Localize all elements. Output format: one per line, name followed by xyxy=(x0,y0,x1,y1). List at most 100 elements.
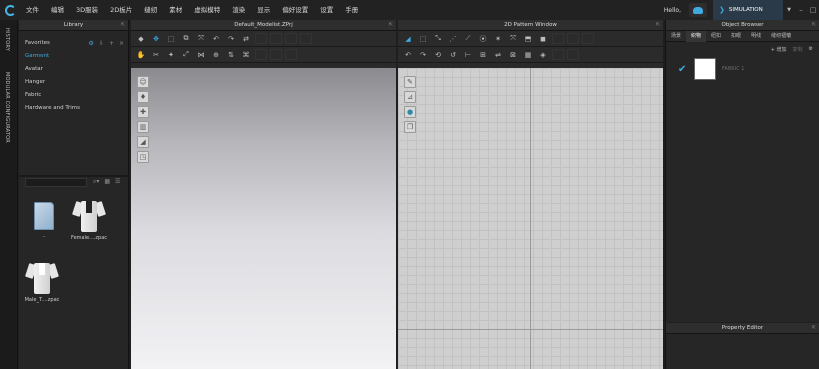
texture-display-icon[interactable]: ▥ xyxy=(137,121,149,133)
garment-display-icon[interactable]: ♦ xyxy=(137,91,149,103)
pleat-icon[interactable]: ⋈ xyxy=(195,49,207,60)
texture-2d-icon[interactable]: ▦ xyxy=(522,49,534,60)
select-icon[interactable]: ◆ xyxy=(135,33,147,44)
add-icon[interactable]: + xyxy=(109,37,114,50)
pin-tool-icon[interactable]: ⤧ xyxy=(195,33,207,44)
internal-line-icon[interactable]: ⦿ xyxy=(477,33,489,44)
thumb-folder-up[interactable]: .. xyxy=(29,202,59,239)
library-search-input[interactable] xyxy=(25,178,87,187)
library-item-favorites[interactable]: Favorites ⚙ ⇩ + × xyxy=(25,37,128,50)
trace-icon[interactable]: ⤧ xyxy=(507,33,519,44)
library-item-fabric[interactable]: Fabric xyxy=(25,89,128,102)
move-icon[interactable]: ✥ xyxy=(150,33,162,44)
chevron-down-icon[interactable]: ▼ xyxy=(783,0,795,20)
measure-icon[interactable]: ⇄ xyxy=(240,33,252,44)
add-favorite-icon[interactable]: ⚙ xyxy=(89,37,94,50)
zip-icon[interactable]: ⇅ xyxy=(225,49,237,60)
remove-icon[interactable]: × xyxy=(119,37,124,50)
tape-2d-icon[interactable]: ↺ xyxy=(447,49,459,60)
tab-fabric[interactable]: 织物 xyxy=(686,30,707,42)
rectangle-icon[interactable]: ⬒ xyxy=(522,33,534,44)
library-item-hardware[interactable]: Hardware and Trims xyxy=(25,102,128,115)
pin-icon[interactable]: ⇱ xyxy=(812,323,816,334)
menu-preferences[interactable]: 偏好设置 xyxy=(276,0,314,20)
app-logo-icon[interactable] xyxy=(0,0,20,20)
viewport-3d[interactable]: ☺ ♦ ✚ ▥ ◢ ◳ xyxy=(131,68,396,369)
menu-manual[interactable]: 手册 xyxy=(339,0,364,20)
transform-icon[interactable]: ⬚ xyxy=(165,33,177,44)
search-icon[interactable]: ⌕▾ xyxy=(93,178,99,186)
ruler-icon[interactable]: ⊿ xyxy=(404,91,416,103)
copy-fabric-button[interactable]: 复制 xyxy=(793,46,803,53)
viewport-2d[interactable]: ✎ ⊿ ● ❒ xyxy=(398,68,663,369)
maximize-icon[interactable]: □ xyxy=(807,6,819,14)
menu-sewing[interactable]: 缝纫 xyxy=(138,0,163,20)
fabric-swatch[interactable] xyxy=(694,58,716,80)
add-fabric-button[interactable]: + 增加 xyxy=(771,46,787,53)
thumb-female-garment[interactable]: Female....zpac xyxy=(68,198,110,241)
tab-modular-configurator[interactable]: MODULAR CONFIGURATOR xyxy=(4,72,10,143)
menu-materials[interactable]: 素材 xyxy=(163,0,188,20)
strain-display-icon[interactable]: ◢ xyxy=(137,136,149,148)
thumb-male-garment[interactable]: Male_T....zpac xyxy=(21,260,63,303)
fold-icon[interactable]: ↶ xyxy=(210,33,222,44)
minimize-icon[interactable]: – xyxy=(795,6,807,14)
color-icon[interactable]: ● xyxy=(404,106,416,118)
tape-icon[interactable]: ✂ xyxy=(150,49,162,60)
menu-2d-pattern[interactable]: 2D板片 xyxy=(104,0,138,20)
edit-curve-icon[interactable]: ⤡ xyxy=(432,33,444,44)
list-view-icon[interactable]: ☰ xyxy=(115,178,120,186)
edit-point-icon[interactable]: ⋰ xyxy=(447,33,459,44)
library-item-garment[interactable]: Garment xyxy=(25,50,128,63)
menu-file[interactable]: 文件 xyxy=(20,0,45,20)
pencil-icon[interactable]: ✎ xyxy=(404,76,416,88)
symmetry-icon[interactable]: ⇌ xyxy=(492,49,504,60)
pin-icon[interactable]: ⇱ xyxy=(812,20,816,31)
pin-icon[interactable]: ⇱ xyxy=(389,20,393,31)
fold-2d-icon[interactable]: ⊞ xyxy=(477,49,489,60)
edit-sewing-icon[interactable]: ⊢ xyxy=(462,49,474,60)
texture-icon[interactable]: ⌘ xyxy=(240,49,252,60)
pin-icon[interactable]: ⇱ xyxy=(656,20,660,31)
menu-3d-garment[interactable]: 3D服装 xyxy=(70,0,104,20)
more-options-icon[interactable]: ⚙ xyxy=(809,46,813,52)
avatar-display-icon[interactable]: ☺ xyxy=(137,76,149,88)
library-item-avatar[interactable]: Avatar xyxy=(25,63,128,76)
menu-render[interactable]: 渲染 xyxy=(226,0,251,20)
menu-avatar[interactable]: 虚拟模特 xyxy=(188,0,226,20)
segment-sewing-icon[interactable]: ↶ xyxy=(402,49,414,60)
tab-puckering[interactable]: 缝纫褶皱 xyxy=(766,31,796,42)
menu-display[interactable]: 显示 xyxy=(251,0,276,20)
pin-icon[interactable]: ⇱ xyxy=(121,20,125,31)
tab-topstitch[interactable]: 明线 xyxy=(746,31,766,42)
free-sewing-icon[interactable]: ↷ xyxy=(417,49,429,60)
cut-icon[interactable]: ↷ xyxy=(225,33,237,44)
transform-pattern-icon[interactable]: ◢ xyxy=(402,33,414,44)
button-tool-icon[interactable]: ⊕ xyxy=(210,49,222,60)
tab-scene[interactable]: 场景 xyxy=(666,31,686,42)
edit-pattern-icon[interactable]: ⬚ xyxy=(417,33,429,44)
tab-buttonhole[interactable]: 扣眼 xyxy=(726,31,746,42)
ellipse-icon[interactable]: ◼ xyxy=(537,33,549,44)
stitch-icon[interactable]: ✦ xyxy=(165,49,177,60)
avatar-pose-icon[interactable]: ✋ xyxy=(135,49,147,60)
download-icon[interactable]: ⇩ xyxy=(99,37,104,50)
dart-icon[interactable]: ✶ xyxy=(492,33,504,44)
check-sewing-icon[interactable]: ⟲ xyxy=(432,49,444,60)
layers-icon[interactable]: ❒ xyxy=(404,121,416,133)
library-item-hanger[interactable]: Hanger xyxy=(25,76,128,89)
fabric-list-item[interactable]: ✔ FABRIC 1 xyxy=(666,58,819,84)
polygon-icon[interactable]: ⟋ xyxy=(462,33,474,44)
tab-history[interactable]: HISTORY xyxy=(4,28,10,51)
box-select-icon[interactable]: ⧉ xyxy=(180,33,192,44)
simulation-button[interactable]: ❯ SIMULATION xyxy=(713,0,783,20)
cloud-icon[interactable] xyxy=(689,3,707,17)
tab-button[interactable]: 纽扣 xyxy=(706,31,726,42)
grid-view-icon[interactable]: ▦ xyxy=(104,178,110,186)
menu-edit[interactable]: 编辑 xyxy=(45,0,70,20)
view-mode-icon[interactable]: ◳ xyxy=(137,151,149,163)
tack-icon[interactable]: ⤢ xyxy=(180,49,192,60)
menu-settings[interactable]: 设置 xyxy=(314,0,339,20)
graphic-icon[interactable]: ◈ xyxy=(537,49,549,60)
measure-display-icon[interactable]: ✚ xyxy=(137,106,149,118)
